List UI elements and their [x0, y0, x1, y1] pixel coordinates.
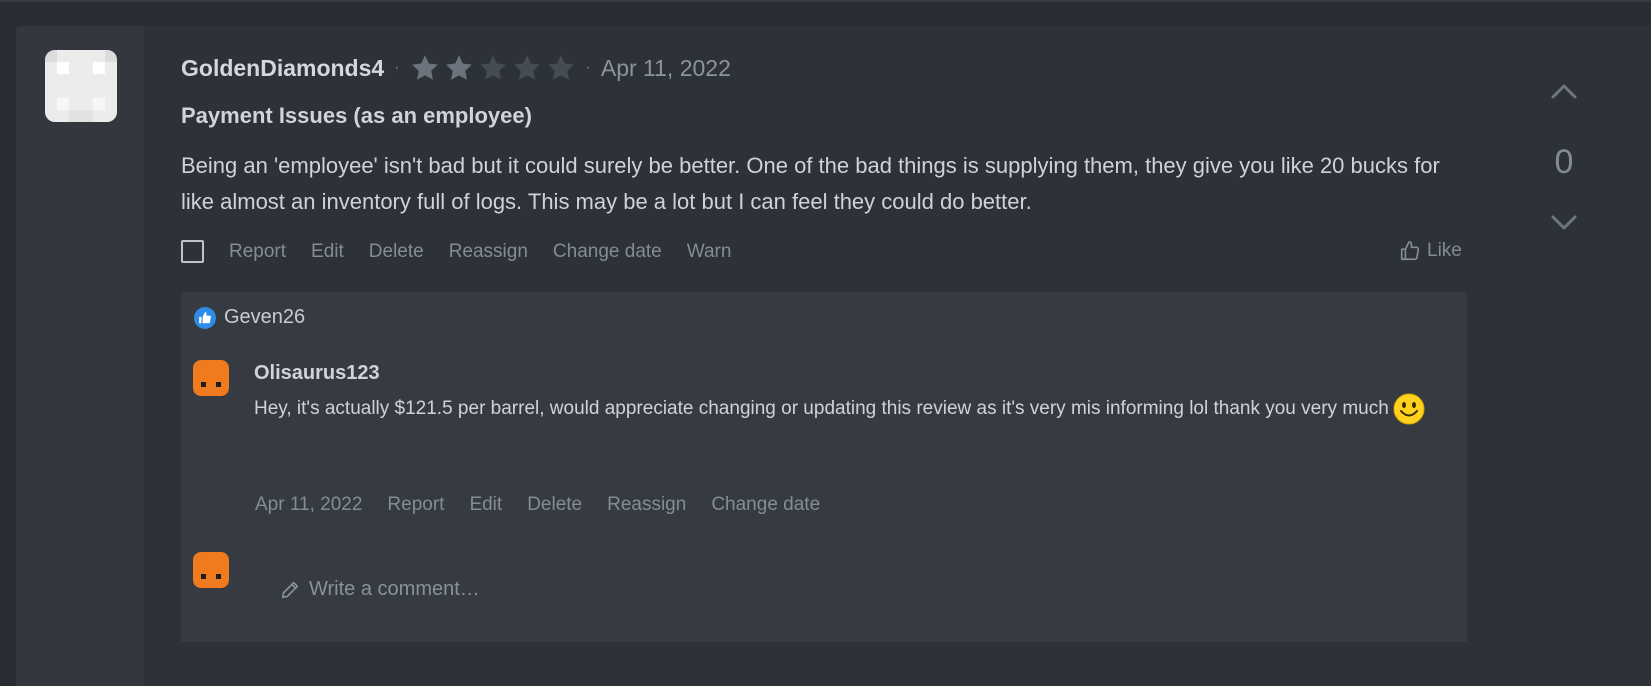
reviewer-avatar[interactable]	[45, 50, 117, 122]
comment-text: Hey, it's actually $121.5 per barrel, wo…	[254, 390, 1454, 427]
comment-actions: Apr 11, 2022 Report Edit Delete Reassign…	[255, 494, 845, 516]
commenter-avatar[interactable]	[193, 360, 229, 396]
comment-delete-link[interactable]: Delete	[527, 494, 582, 516]
change-date-link[interactable]: Change date	[553, 241, 662, 263]
pencil-icon	[281, 581, 299, 598]
reassign-link[interactable]: Reassign	[449, 241, 528, 263]
thumbs-up-icon	[1400, 241, 1420, 261]
star-rating	[410, 53, 576, 83]
header-separator-2: ·	[585, 59, 591, 76]
current-user-avatar	[193, 552, 229, 588]
report-link[interactable]: Report	[229, 241, 286, 263]
comment-reassign-link[interactable]: Reassign	[607, 494, 686, 516]
review-actions: Report Edit Delete Reassign Change date …	[181, 240, 756, 263]
comment-report-link[interactable]: Report	[387, 494, 444, 516]
comment-edit-link[interactable]: Edit	[469, 494, 502, 516]
star-icon	[411, 55, 438, 80]
comments-section: Geven26 Olisaurus123 Hey, it's actually …	[181, 292, 1467, 642]
liker-name[interactable]: Geven26	[224, 306, 305, 329]
comment-date[interactable]: Apr 11, 2022	[255, 494, 362, 516]
header-separator: ·	[394, 59, 400, 76]
chevron-up-icon[interactable]	[1551, 83, 1577, 99]
vote-count: 0	[1554, 143, 1574, 181]
review-body: Being an 'employee' isn't bad but it cou…	[181, 153, 1440, 214]
comment-author[interactable]: Olisaurus123	[254, 362, 380, 385]
star-icon	[445, 55, 472, 80]
chevron-down-icon[interactable]	[1551, 215, 1577, 231]
select-checkbox[interactable]	[181, 240, 204, 263]
top-divider	[0, 0, 1651, 2]
review-date: Apr 11, 2022	[600, 54, 731, 81]
like-label: Like	[1427, 240, 1462, 261]
delete-link[interactable]: Delete	[369, 241, 424, 263]
like-button[interactable]: Like	[1399, 240, 1462, 262]
edit-link[interactable]: Edit	[311, 241, 344, 263]
review-avatar-column	[16, 26, 144, 686]
review-header: GoldenDiamonds4 · · Apr 11, 2022	[181, 52, 731, 84]
liked-by: Geven26	[194, 306, 305, 329]
like-badge-icon	[194, 306, 216, 329]
smiley-emoji-icon	[1393, 393, 1425, 425]
comment-change-date-link[interactable]: Change date	[711, 494, 820, 516]
write-comment-placeholder: Write a comment…	[309, 578, 480, 600]
star-icon	[547, 55, 574, 80]
warn-link[interactable]: Warn	[687, 241, 732, 263]
star-icon	[513, 55, 540, 80]
review-title: Payment Issues (as an employee)	[181, 103, 532, 128]
comment-text-content: Hey, it's actually $121.5 per barrel, wo…	[254, 398, 1389, 419]
review-author[interactable]: GoldenDiamonds4	[181, 55, 384, 82]
write-comment-input[interactable]: Write a comment…	[279, 578, 480, 601]
star-icon	[479, 55, 506, 80]
